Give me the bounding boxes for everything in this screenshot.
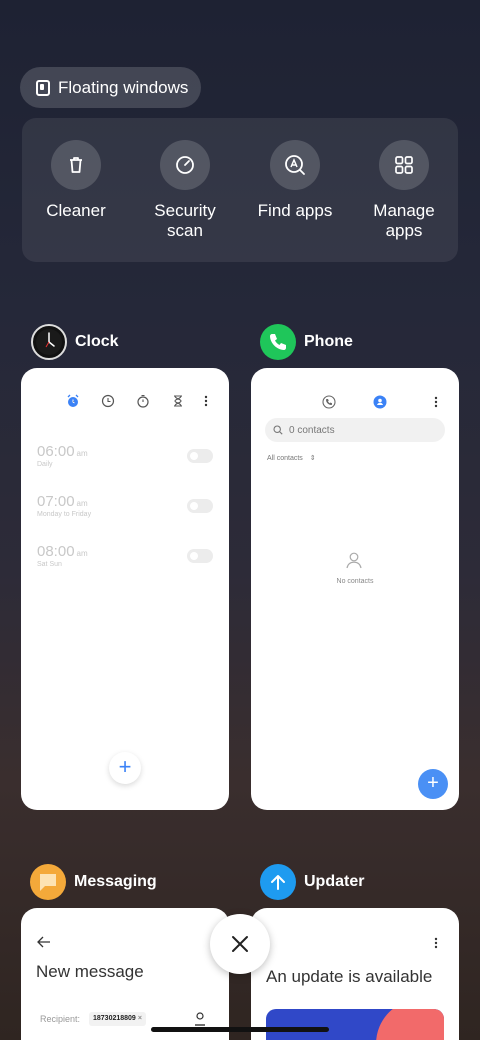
manage-apps-button[interactable]: Manage apps xyxy=(349,140,459,241)
recipient-chip-number: 18730218809 xyxy=(93,1015,136,1022)
alarm-row[interactable]: 08:00 am Sat Sun xyxy=(37,543,213,579)
updater-app-icon xyxy=(260,864,296,900)
clock-app-card[interactable]: 06:00 am Daily 07:00 am Monday to Friday 0… xyxy=(21,368,229,810)
contacts-filter-dropdown[interactable]: All contacts ⇕ xyxy=(267,454,316,462)
security-scan-icon xyxy=(160,140,210,190)
quick-tools-panel: Cleaner Security scan Find apps Manage a… xyxy=(22,118,458,262)
recipient-label: Recipient: xyxy=(40,1014,81,1024)
no-contacts-text: No contacts xyxy=(336,578,374,585)
update-available-title: An update is available xyxy=(266,967,433,986)
timer-tab-icon[interactable] xyxy=(171,394,185,408)
clock-app-header[interactable]: Clock xyxy=(31,324,119,360)
find-apps-label: Find apps xyxy=(257,201,333,220)
messaging-app-icon xyxy=(30,864,66,900)
phone-app-header[interactable]: Phone xyxy=(260,324,353,360)
clock-app-name: Clock xyxy=(75,333,119,350)
find-apps-button[interactable]: Find apps xyxy=(240,140,350,221)
clock-tab-bar xyxy=(21,394,229,410)
back-arrow-icon[interactable] xyxy=(37,936,51,948)
security-scan-button[interactable]: Security scan xyxy=(130,140,240,241)
trash-icon xyxy=(51,140,101,190)
recipient-chip[interactable]: 18730218809 × xyxy=(89,1012,146,1026)
find-apps-icon xyxy=(270,140,320,190)
cleaner-label: Cleaner xyxy=(46,201,106,220)
sort-icon: ⇕ xyxy=(309,455,316,462)
cleaner-button[interactable]: Cleaner xyxy=(21,140,131,221)
add-contact-button[interactable]: + xyxy=(418,769,448,799)
search-icon xyxy=(273,425,283,435)
contacts-search-input[interactable]: 0 contacts xyxy=(265,418,445,442)
new-message-title: New message xyxy=(36,962,144,981)
alarm-toggle[interactable] xyxy=(187,449,213,463)
floating-windows-label: Floating windows xyxy=(58,77,189,97)
floating-windows-button[interactable]: Floating windows xyxy=(20,67,201,108)
grid-icon xyxy=(379,140,429,190)
messaging-app-card[interactable]: New message Recipient: 18730218809 × xyxy=(21,908,229,1040)
alarm-repeat: Sat Sun xyxy=(37,561,62,568)
alarm-row[interactable]: 06:00 am Daily xyxy=(37,443,213,479)
close-all-button[interactable] xyxy=(210,914,270,974)
security-scan-label: Security scan xyxy=(154,201,216,240)
alarm-toggle[interactable] xyxy=(187,499,213,513)
home-indicator[interactable] xyxy=(151,1027,329,1032)
alarm-tab-icon[interactable] xyxy=(66,394,80,408)
messaging-app-header[interactable]: Messaging xyxy=(30,864,157,900)
updater-app-name: Updater xyxy=(304,873,365,890)
more-options-icon[interactable] xyxy=(432,936,440,950)
alarm-row[interactable]: 07:00 am Monday to Friday xyxy=(37,493,213,529)
alarm-repeat: Monday to Friday xyxy=(37,511,92,518)
add-alarm-button[interactable]: + xyxy=(109,752,141,784)
contacts-search-placeholder: 0 contacts xyxy=(289,424,335,436)
clock-app-icon xyxy=(31,324,67,360)
phone-app-name: Phone xyxy=(304,333,353,350)
manage-apps-label: Manage apps xyxy=(373,201,435,240)
world-clock-tab-icon[interactable] xyxy=(101,394,115,408)
more-options-icon[interactable] xyxy=(202,394,210,408)
stopwatch-tab-icon[interactable] xyxy=(136,394,150,408)
alarm-repeat: Daily xyxy=(37,461,53,468)
empty-contacts-icon xyxy=(346,552,362,569)
alarm-toggle[interactable] xyxy=(187,549,213,563)
messaging-app-name: Messaging xyxy=(74,873,157,890)
contacts-tab-icon[interactable] xyxy=(373,395,387,409)
close-icon xyxy=(232,936,248,952)
phone-app-icon xyxy=(260,324,296,360)
contact-picker-icon[interactable] xyxy=(193,1011,207,1027)
update-banner xyxy=(266,1009,444,1040)
contacts-filter-label: All contacts xyxy=(267,455,303,462)
remove-recipient-icon[interactable]: × xyxy=(138,1015,142,1022)
phone-app-card[interactable]: 0 contacts All contacts ⇕ No contacts + xyxy=(251,368,459,810)
updater-app-header[interactable]: Updater xyxy=(260,864,364,900)
recents-tab-icon[interactable] xyxy=(322,395,336,409)
updater-app-card[interactable]: An update is available xyxy=(251,908,459,1040)
more-options-icon[interactable] xyxy=(432,395,440,409)
floating-window-icon xyxy=(36,79,50,96)
